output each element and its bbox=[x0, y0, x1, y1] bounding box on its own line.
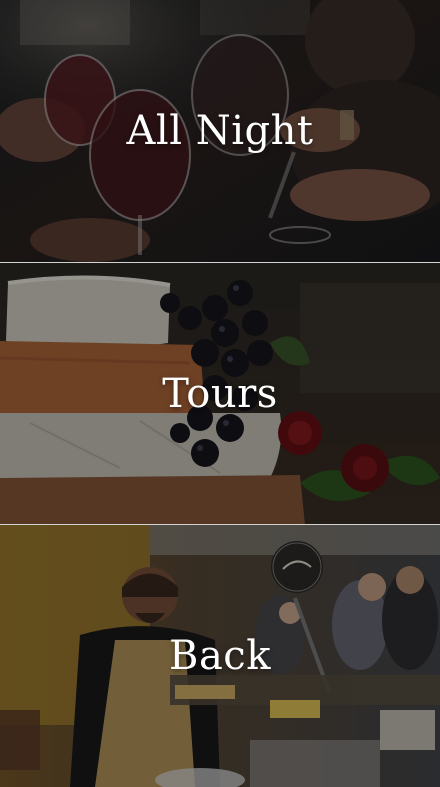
menu-item-label: Tours bbox=[162, 370, 278, 417]
menu-item-tours[interactable]: Tours bbox=[0, 262, 440, 525]
menu-item-label: Back bbox=[169, 633, 271, 680]
menu-tiles: All Night Tours Back bbox=[0, 0, 440, 787]
menu-item-back[interactable]: Back bbox=[0, 525, 440, 787]
menu-item-label: All Night bbox=[126, 107, 314, 154]
menu-item-all-night[interactable]: All Night bbox=[0, 0, 440, 262]
